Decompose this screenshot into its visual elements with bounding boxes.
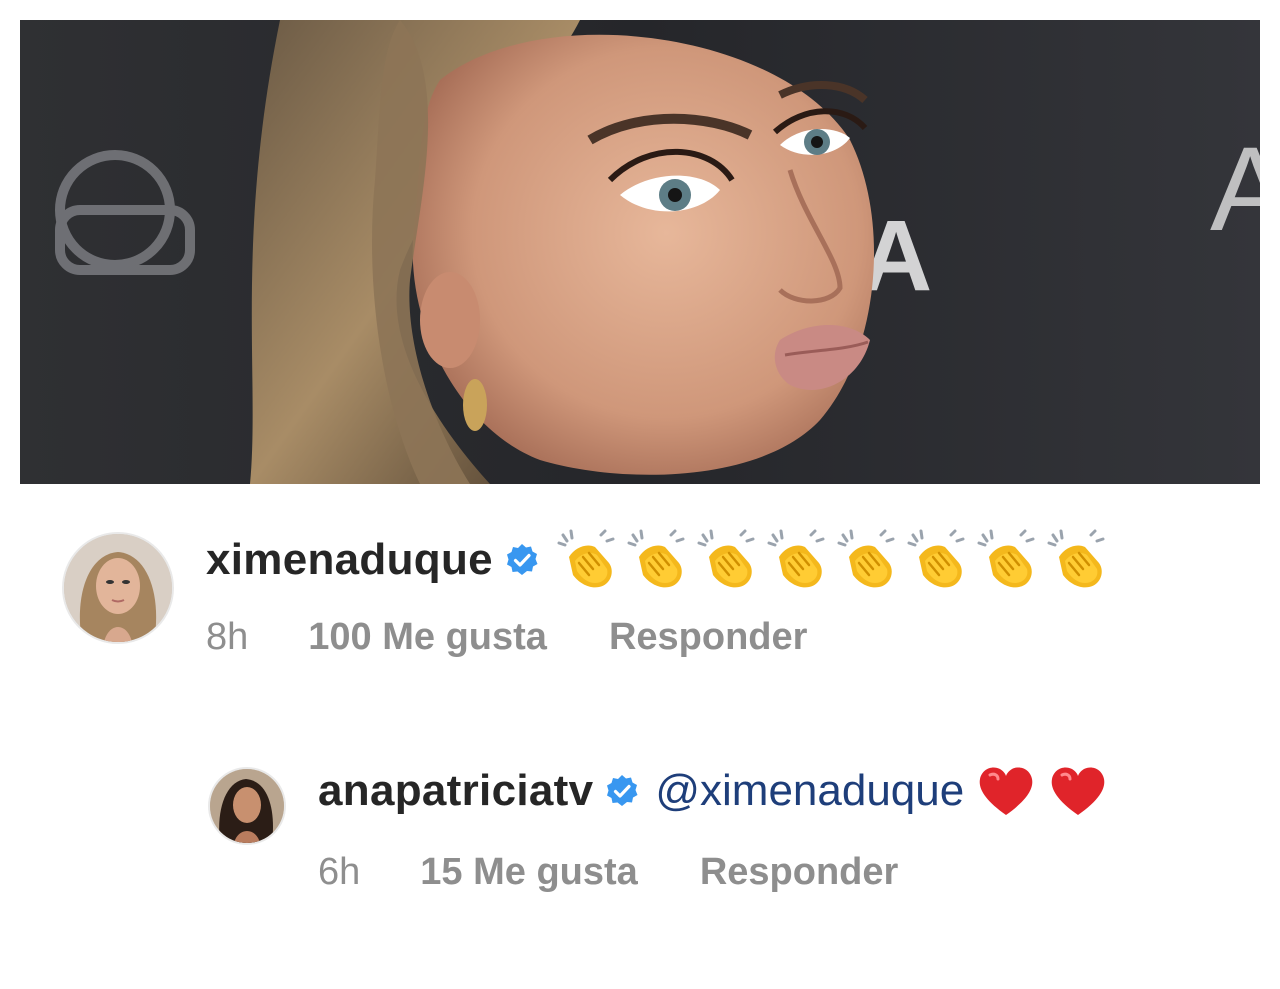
mention-link[interactable]: @ximenaduque <box>655 766 964 816</box>
red-heart-icon <box>979 767 1033 815</box>
clapping-hands-icon <box>907 529 965 588</box>
reply-comment-item: anapatriciatv @ximenaduque 6h 15 Me gust… <box>0 755 1280 895</box>
clapping-hands-icon <box>767 529 825 588</box>
comment-meta: 8h 100 Me gusta Responder <box>206 615 807 659</box>
clapping-hands-icon <box>697 529 755 588</box>
comment-item: ximenaduque 8h 100 Me gusta Responder <box>0 520 1280 660</box>
comment-meta: 6h 15 Me gusta Responder <box>318 850 898 894</box>
username[interactable]: anapatriciatv <box>318 766 593 816</box>
comment-timestamp: 8h <box>206 615 249 658</box>
likes-count-button[interactable]: 15 Me gusta <box>420 851 638 894</box>
likes-count-button[interactable]: 100 Me gusta <box>308 616 547 659</box>
username[interactable]: ximenaduque <box>206 535 493 585</box>
reply-button[interactable]: Responder <box>609 616 807 659</box>
comment-text-line: ximenaduque <box>206 527 1111 593</box>
avatar[interactable] <box>208 767 286 845</box>
clapping-hands-icon <box>557 529 615 588</box>
verified-badge-icon <box>505 543 539 577</box>
red-heart-icon <box>1051 767 1105 815</box>
clapping-hands-icon <box>627 529 685 588</box>
clapping-hands-icon <box>837 529 895 588</box>
comment-text-line: anapatriciatv @ximenaduque <box>318 761 1108 821</box>
avatar[interactable] <box>62 532 174 644</box>
svg-text:A: A <box>1210 122 1260 256</box>
comment-timestamp: 6h <box>318 850 361 893</box>
verified-badge-icon <box>605 774 639 808</box>
post-photo: A A <box>20 20 1260 484</box>
comment-emoji-row <box>555 527 1111 593</box>
clapping-hands-icon <box>1047 529 1105 588</box>
clapping-hands-icon <box>977 529 1035 588</box>
reply-button[interactable]: Responder <box>700 851 898 894</box>
